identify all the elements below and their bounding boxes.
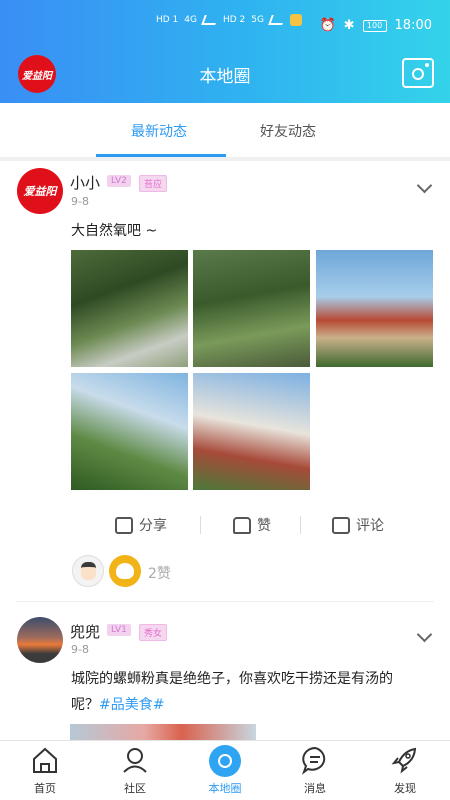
post-date: 9-8: [71, 195, 89, 208]
status-right: ⏰ ✱ 100 18:00: [319, 18, 432, 33]
pagoda-photo[interactable]: [316, 250, 433, 367]
network-4g-label: 4G: [184, 15, 197, 25]
nav-home-label: 首页: [34, 782, 56, 795]
chevron-down-icon[interactable]: [416, 626, 433, 643]
signal-icon-2: [268, 15, 286, 25]
nav-discover-label: 发现: [394, 782, 416, 795]
comment-icon: [332, 516, 350, 534]
bluetooth-icon: ✱: [343, 18, 355, 33]
nav-home[interactable]: 首页: [10, 745, 80, 796]
user-tag-badge: 苔应: [139, 175, 168, 192]
nav-community-label: 社区: [124, 782, 146, 795]
sim2-label: HD 2: [223, 15, 246, 25]
tabs-divider: [0, 157, 450, 161]
post-text: 城院的螺蛳粉真是绝绝子，你喜欢吃干捞还是有汤的 呢？#品美食#: [71, 666, 431, 718]
post-divider: [16, 601, 434, 602]
post-text-line-2: 呢？#品美食#: [71, 692, 431, 718]
status-bar: HD 1 4G HD 2 5G ⏰ ✱ 100 18:00: [0, 0, 450, 52]
post-text-line-1: 城院的螺蛳粉真是绝绝子，你喜欢吃干捞还是有汤的: [71, 671, 393, 687]
trees-photo[interactable]: [193, 250, 310, 367]
page-title: 本地圈: [199, 67, 251, 87]
tower-photo[interactable]: [193, 373, 310, 490]
post-text-line-2-content: 呢？: [71, 697, 99, 713]
forest-photo[interactable]: [71, 250, 188, 367]
tab-latest[interactable]: 最新动态: [131, 121, 187, 141]
likes-count[interactable]: 2赞: [148, 563, 171, 583]
liker-avatar[interactable]: [109, 555, 141, 587]
post-text: 大自然氧吧 ~: [71, 223, 158, 239]
liker-face: [81, 562, 96, 580]
app-notification-icon: [290, 14, 302, 26]
network-indicators: HD 1 4G HD 2 5G: [156, 14, 302, 26]
liker-avatar[interactable]: [72, 555, 104, 587]
camera-icon[interactable]: [402, 58, 434, 88]
action-separator: [300, 516, 301, 534]
camera-flash-dot: [425, 63, 429, 67]
signal-icon: [201, 15, 219, 25]
message-icon: [302, 746, 326, 775]
comment-label: 评论: [356, 518, 384, 534]
post-date: 9-8: [71, 643, 89, 656]
sky-trees-photo[interactable]: [71, 373, 188, 490]
like-button[interactable]: 赞: [233, 515, 271, 535]
sim1-label: HD 1: [156, 15, 179, 25]
home-icon: [33, 747, 57, 773]
level-badge: LV2: [107, 175, 131, 187]
nav-discover[interactable]: 发现: [370, 745, 440, 796]
share-label: 分享: [139, 518, 167, 534]
post-username[interactable]: 小小: [70, 172, 100, 193]
share-button[interactable]: 分享: [115, 515, 167, 535]
like-label: 赞: [257, 518, 271, 534]
nav-messages[interactable]: 消息: [280, 745, 350, 796]
post-username[interactable]: 兜兜: [70, 621, 100, 642]
share-icon: [115, 516, 133, 534]
status-time: 18:00: [394, 18, 432, 33]
hashtag-link[interactable]: #品美食#: [99, 697, 164, 713]
post-avatar[interactable]: [17, 617, 63, 663]
user-tag-badge: 秀女: [139, 624, 168, 641]
chevron-down-icon[interactable]: [416, 177, 433, 194]
nav-community[interactable]: 社区: [100, 745, 170, 796]
action-separator: [200, 516, 201, 534]
level-badge: LV1: [107, 624, 131, 636]
post-avatar[interactable]: 爱益阳: [17, 168, 63, 214]
local-circle-icon: [209, 745, 241, 777]
thumbs-up-icon: [233, 516, 251, 534]
nav-local-circle-label: 本地圈: [208, 782, 242, 795]
feed-tabs: 最新动态 好友动态: [0, 103, 450, 157]
nav-local-circle[interactable]: 本地圈: [190, 745, 260, 796]
alarm-icon: ⏰: [319, 18, 336, 33]
bottom-nav: 首页 社区 本地圈 消息 发现: [0, 740, 450, 800]
tab-friends[interactable]: 好友动态: [260, 121, 316, 141]
rocket-icon: [391, 747, 417, 774]
app-header: HD 1 4G HD 2 5G ⏰ ✱ 100 18:00 爱益阳 本地圈: [0, 0, 450, 103]
nav-messages-label: 消息: [304, 782, 326, 795]
camera-lens: [412, 68, 424, 80]
battery-icon: 100: [362, 19, 387, 32]
comment-button[interactable]: 评论: [332, 515, 384, 535]
network-5g-label: 5G: [251, 15, 264, 25]
liker-face: [116, 563, 134, 579]
community-icon: [123, 748, 147, 773]
